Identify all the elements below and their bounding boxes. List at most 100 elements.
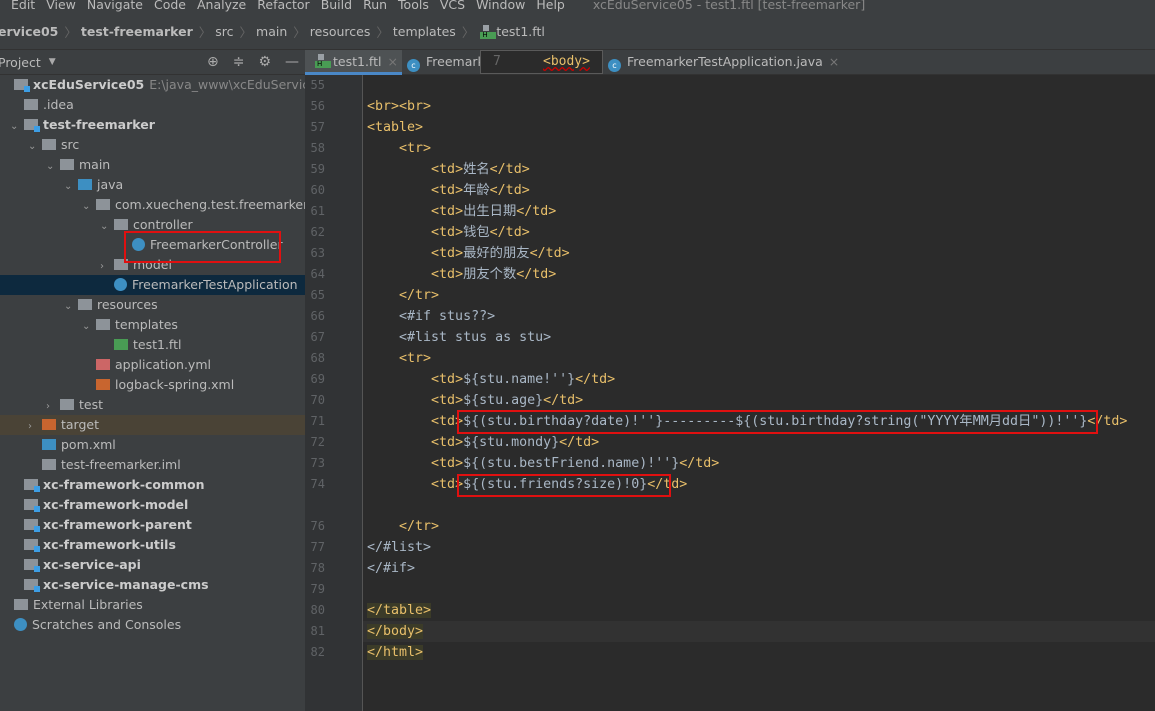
locate-icon[interactable]: ⊕: [207, 54, 219, 70]
tree-item[interactable]: logback-spring.xml: [0, 375, 305, 395]
collapse-icon[interactable]: ≑: [233, 54, 245, 70]
folder-icon: [96, 319, 110, 330]
code-line[interactable]: <td>姓名</td>: [367, 159, 530, 180]
minimize-icon[interactable]: —: [285, 54, 299, 70]
close-icon[interactable]: ×: [388, 54, 398, 69]
code-line[interactable]: </table>: [367, 600, 432, 621]
code-line[interactable]: <td>${(stu.bestFriend.name)!''}</td>: [367, 453, 719, 474]
tree-item[interactable]: xc-framework-model: [0, 495, 305, 515]
tree-item[interactable]: ⌄ src: [0, 135, 305, 155]
breadcrumb-item[interactable]: resources: [310, 24, 371, 39]
popup-tag[interactable]: <body>: [543, 54, 590, 69]
tree-item[interactable]: test-freemarker.iml: [0, 455, 305, 475]
tab-test1-ftl[interactable]: test1.ftl ×: [305, 50, 402, 75]
tab-freemarker-controller[interactable]: c Freemark: [407, 50, 485, 75]
gear-icon[interactable]: ⚙: [258, 54, 271, 70]
code-line[interactable]: </html>: [367, 642, 424, 663]
line-number: 67: [310, 330, 325, 344]
code-line[interactable]: <#list stus as stu>: [367, 327, 551, 348]
line-number: 55: [310, 78, 325, 92]
code-line[interactable]: <tr>: [367, 138, 431, 159]
chevron-down-icon: ⌄: [82, 321, 91, 332]
code-line[interactable]: <td>出生日期</td>: [367, 201, 556, 222]
tree-item-label: templates: [115, 317, 178, 332]
code-line[interactable]: <td>钱包</td>: [367, 222, 530, 243]
tree-item[interactable]: ⌄ java: [0, 175, 305, 195]
tree-item[interactable]: xc-framework-utils: [0, 535, 305, 555]
tree-item[interactable]: xc-framework-parent: [0, 515, 305, 535]
code-line[interactable]: <td>${stu.mondy}</td>: [367, 432, 599, 453]
breadcrumb-item[interactable]: test1.ftl: [496, 24, 545, 39]
tree-item[interactable]: ⌄ test-freemarker: [0, 115, 305, 135]
project-tree: xcEduService05 E:\java_www\xcEduService05…: [0, 75, 305, 711]
code-line[interactable]: </body>: [367, 621, 424, 642]
tree-item[interactable]: test1.ftl: [0, 335, 305, 355]
code-line[interactable]: </tr>: [367, 285, 439, 306]
code-editor[interactable]: <br><br> <table> <tr> <td>姓名</td> <td>年龄<…: [363, 75, 1155, 711]
tree-item[interactable]: ⌄ resources: [0, 295, 305, 315]
menu-run[interactable]: Run: [363, 0, 387, 12]
tree-item[interactable]: ⌄ main: [0, 155, 305, 175]
menu-vcs[interactable]: VCS: [440, 0, 465, 12]
menu-edit[interactable]: Edit: [11, 0, 35, 12]
breadcrumb-item[interactable]: templates: [393, 24, 456, 39]
tree-item[interactable]: ⌄ com.xuecheng.test.freemarker: [0, 195, 305, 215]
menu-view[interactable]: View: [46, 0, 76, 12]
tree-item[interactable]: .idea: [0, 95, 305, 115]
code-line[interactable]: </#list>: [367, 537, 431, 558]
code-line[interactable]: <td>年龄</td>: [367, 180, 530, 201]
code-line[interactable]: <td>${stu.name!''}</td>: [367, 369, 615, 390]
chevron-down-icon: ⌄: [82, 201, 91, 212]
menu-navigate[interactable]: Navigate: [87, 0, 143, 12]
menu-code[interactable]: Code: [154, 0, 186, 12]
code-line[interactable]: <#if stus??>: [367, 306, 495, 327]
line-number: 57: [310, 120, 325, 134]
project-view-selector[interactable]: Project: [0, 55, 41, 70]
breadcrumb-item[interactable]: src: [215, 24, 233, 39]
annotation-box: [457, 474, 671, 497]
code-line[interactable]: <tr>: [367, 348, 431, 369]
code-line[interactable]: <td>${stu.age}</td>: [367, 390, 583, 411]
breadcrumb-item[interactable]: test-freemarker: [81, 24, 193, 39]
tree-item[interactable]: xc-service-api: [0, 555, 305, 575]
tree-item-label: xc-service-api: [43, 557, 141, 572]
breadcrumb-item[interactable]: ervice05: [0, 24, 58, 39]
line-number: 61: [310, 204, 325, 218]
project-path: E:\java_www\xcEduService05: [149, 77, 305, 92]
tree-item[interactable]: › target: [0, 415, 305, 435]
tree-item-label: xc-framework-common: [43, 477, 205, 492]
chevron-down-icon[interactable]: ▼: [49, 57, 56, 67]
tab-freemarker-test-application[interactable]: c FreemarkerTestApplication.java ×: [608, 50, 839, 75]
menu-build[interactable]: Build: [321, 0, 352, 12]
tree-item[interactable]: xc-framework-common: [0, 475, 305, 495]
tree-item[interactable]: Scratches and Consoles: [0, 615, 305, 635]
chevron-down-icon: ⌄: [10, 121, 19, 132]
menu-help[interactable]: Help: [536, 0, 565, 12]
code-line[interactable]: <table>: [367, 117, 423, 138]
code-line[interactable]: </#if>: [367, 558, 415, 579]
package-icon: [114, 219, 128, 230]
tree-item-label: resources: [97, 297, 158, 312]
code-line[interactable]: </tr>: [367, 516, 439, 537]
line-number: 76: [310, 519, 325, 533]
tree-item[interactable]: pom.xml: [0, 435, 305, 455]
tree-item-label: .idea: [43, 97, 74, 112]
tree-item[interactable]: application.yml: [0, 355, 305, 375]
menu-tools[interactable]: Tools: [398, 0, 429, 12]
code-line[interactable]: <br><br>: [367, 96, 431, 117]
tree-item[interactable]: › test: [0, 395, 305, 415]
tree-item[interactable]: ⌄ templates: [0, 315, 305, 335]
menu-analyze[interactable]: Analyze: [197, 0, 246, 12]
code-line[interactable]: <td>朋友个数</td>: [367, 264, 556, 285]
tree-item[interactable]: External Libraries: [0, 595, 305, 615]
line-number: 70: [310, 393, 325, 407]
menu-refactor[interactable]: Refactor: [257, 0, 309, 12]
tree-item[interactable]: xcEduService05 E:\java_www\xcEduService05: [0, 75, 305, 95]
breadcrumb-item[interactable]: main: [256, 24, 287, 39]
chevron-right-icon: 〉: [64, 25, 77, 40]
code-line[interactable]: <td>最好的朋友</td>: [367, 243, 570, 264]
tree-item[interactable]: FreemarkerTestApplication: [0, 275, 305, 295]
close-icon[interactable]: ×: [829, 54, 839, 69]
menu-window[interactable]: Window: [476, 0, 525, 12]
tree-item[interactable]: xc-service-manage-cms: [0, 575, 305, 595]
